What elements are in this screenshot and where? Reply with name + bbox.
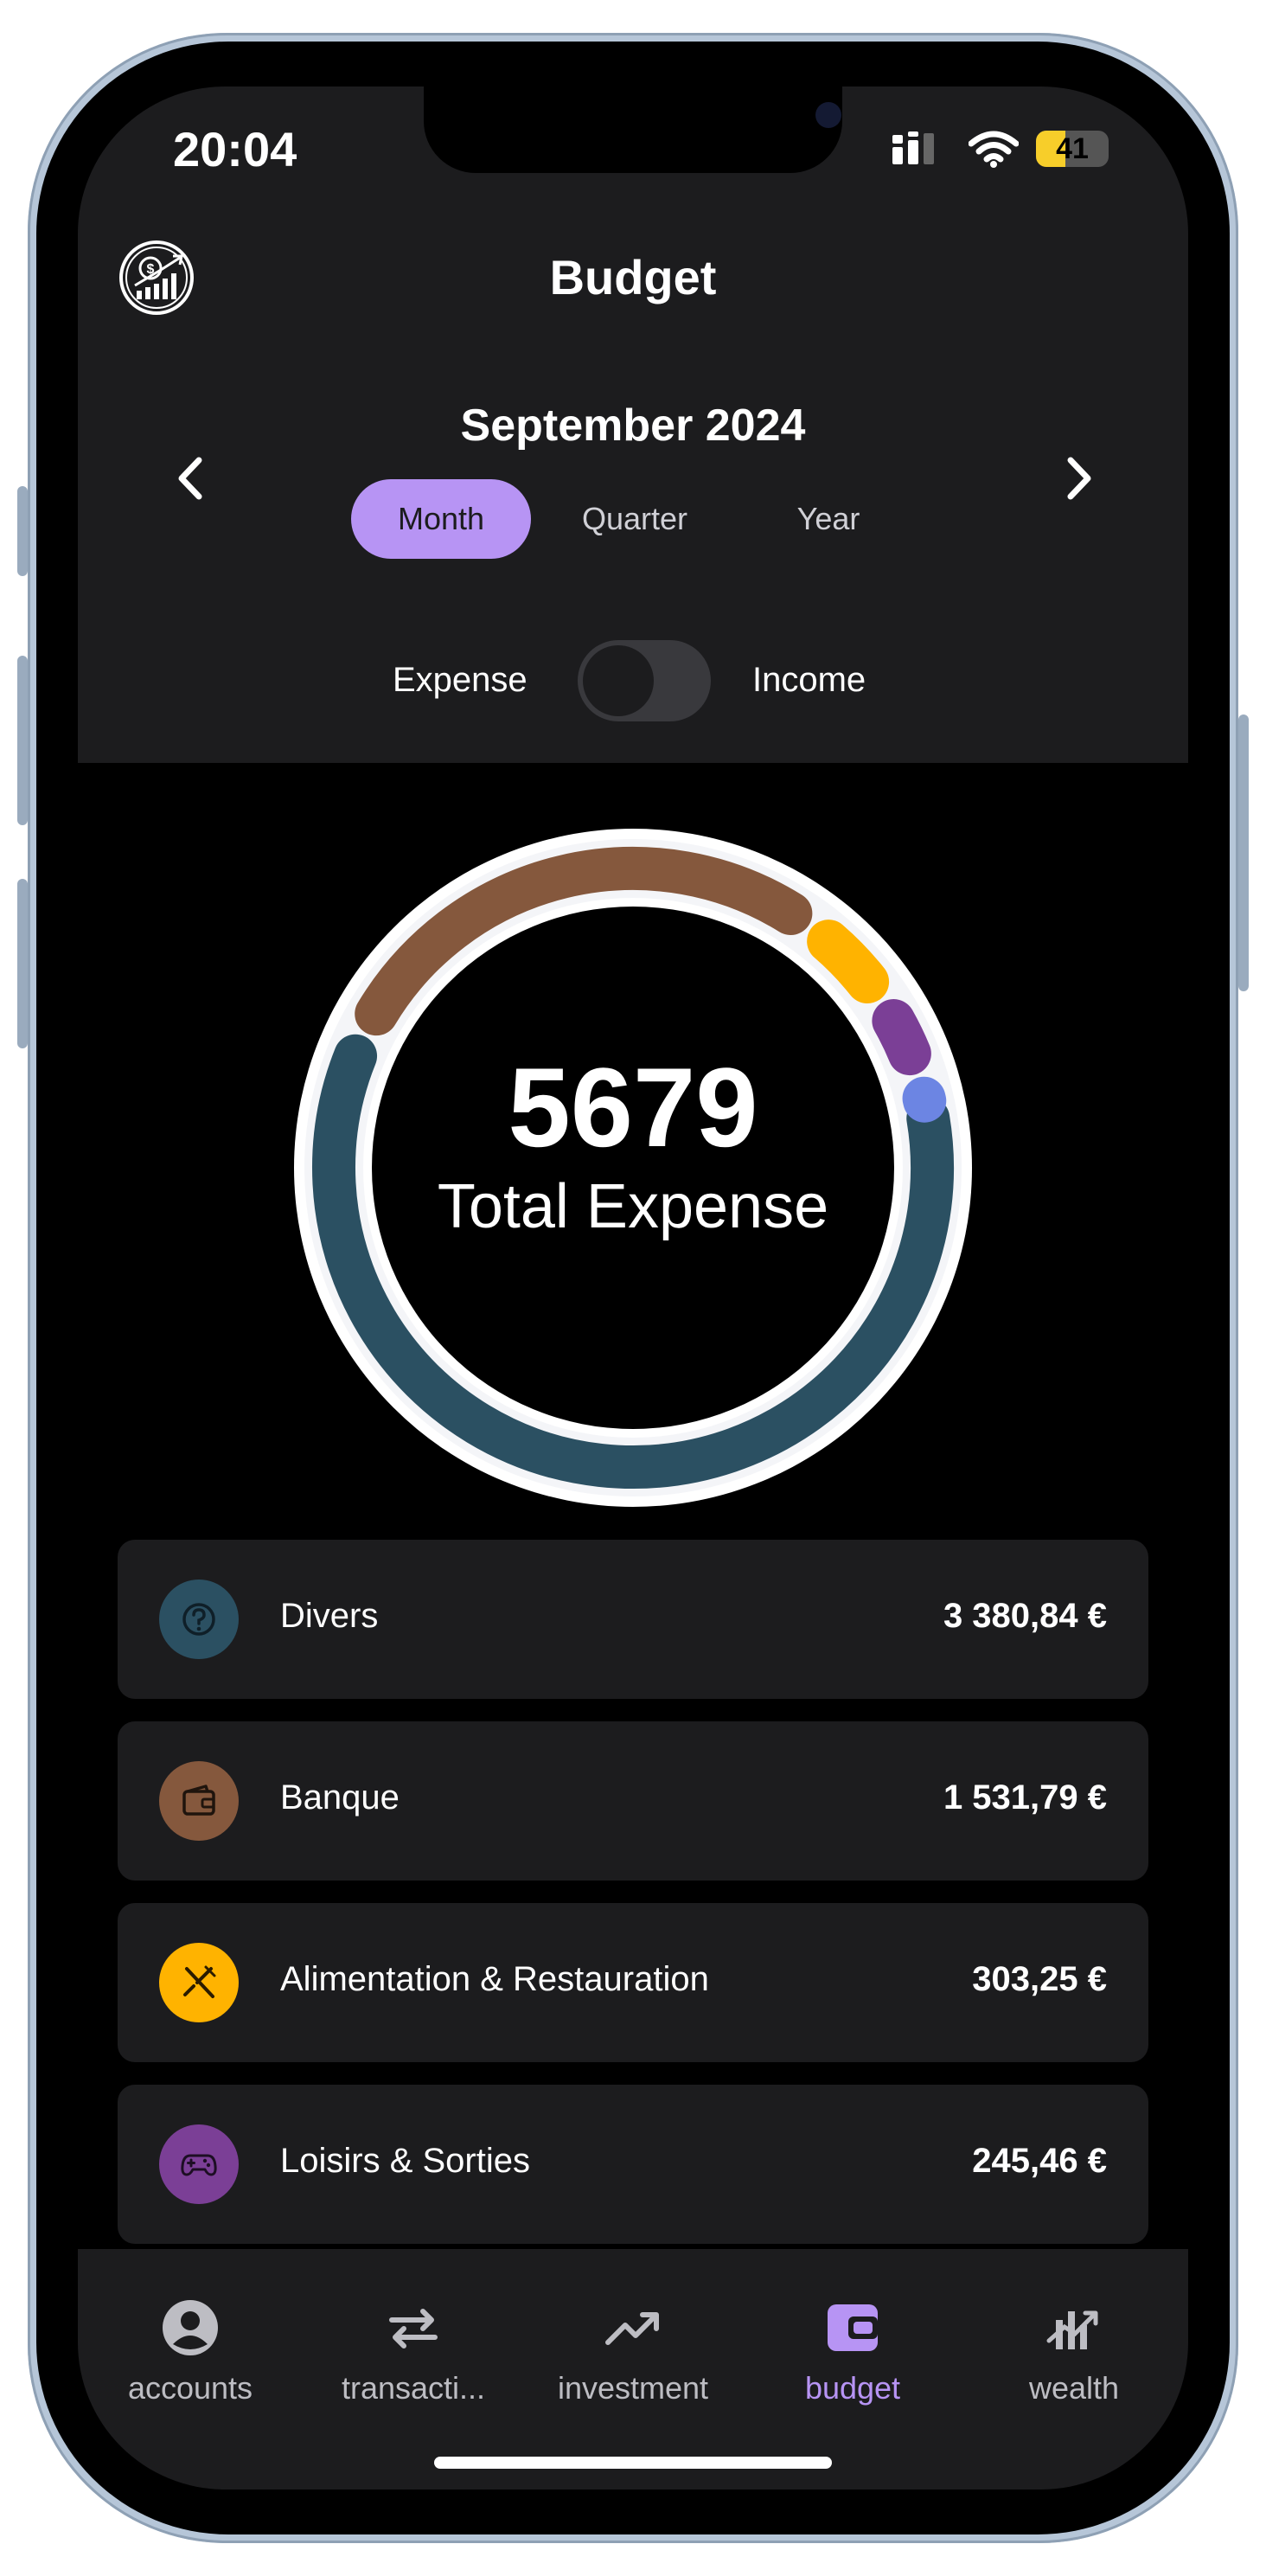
category-row-alimentation[interactable]: Alimentation & Restauration 303,25 € — [118, 1903, 1148, 2062]
category-name: Divers — [280, 1597, 379, 1635]
tab-year[interactable]: Year — [738, 479, 918, 559]
expense-income-toggle-row: Expense Income — [78, 637, 1188, 723]
nav-item-transactions[interactable]: transacti... — [310, 2297, 517, 2406]
nav-item-investment[interactable]: investment — [529, 2297, 737, 2406]
category-row-divers[interactable]: Divers 3 380,84 € — [118, 1540, 1148, 1699]
top-panel: 20:04 41 $ Budget September 2024 Month Q… — [78, 87, 1188, 763]
category-icon-badge — [159, 2124, 239, 2204]
nav-item-accounts[interactable]: accounts — [86, 2297, 294, 2406]
total-expense-label: Total Expense — [437, 1172, 829, 1241]
nav-label-accounts: accounts — [127, 2370, 253, 2406]
front-camera — [815, 102, 841, 128]
power-button — [1238, 714, 1249, 991]
nav-label-transactions: transacti... — [341, 2370, 486, 2406]
switch-knob — [583, 645, 654, 716]
category-row-loisirs[interactable]: Loisirs & Sorties 245,46 € — [118, 2085, 1148, 2244]
app-screen: 20:04 41 $ Budget September 2024 Month Q… — [78, 87, 1188, 2489]
period-tabs: Month Quarter Year — [351, 479, 932, 559]
category-name: Loisirs & Sorties — [280, 2142, 530, 2180]
wallet-icon — [828, 2304, 878, 2351]
status-icons: 41 — [891, 130, 1109, 168]
nav-label-investment: investment — [557, 2370, 709, 2406]
utensils-icon — [183, 1965, 216, 1998]
bottom-navigation: accounts transacti... investment budget — [78, 2249, 1188, 2489]
wifi-icon — [969, 131, 1019, 168]
swap-arrows-icon — [389, 2309, 438, 2349]
camera-notch — [424, 87, 842, 173]
cellular-signal-icon — [892, 131, 934, 164]
home-indicator[interactable] — [434, 2457, 832, 2469]
action-button — [17, 486, 28, 576]
page-title: Budget — [549, 250, 717, 304]
nav-label-budget: budget — [804, 2370, 901, 2406]
volume-up-button — [17, 656, 28, 825]
category-icon-badge — [159, 1761, 239, 1841]
status-time: 20:04 — [173, 122, 297, 176]
nav-item-wealth[interactable]: wealth — [970, 2297, 1178, 2406]
tab-quarter[interactable]: Quarter — [545, 479, 725, 559]
battery-percent: 41 — [1056, 131, 1089, 165]
question-circle-icon — [182, 1603, 215, 1636]
chevron-right-icon[interactable] — [1053, 448, 1105, 509]
toggle-label-income: Income — [752, 661, 866, 699]
category-icon-badge — [159, 1943, 239, 2022]
donut-segment-3[interactable] — [807, 920, 890, 1004]
chart-growth-icon — [1046, 2310, 1098, 2349]
toggle-label-expense: Expense — [393, 661, 528, 699]
category-name: Banque — [280, 1778, 400, 1817]
volume-down-button — [17, 879, 28, 1048]
category-amount: 245,46 € — [972, 2142, 1107, 2180]
category-row-banque[interactable]: Banque 1 531,79 € — [118, 1721, 1148, 1881]
category-icon-badge — [159, 1580, 239, 1659]
nav-item-budget[interactable]: budget — [749, 2297, 956, 2406]
category-name: Alimentation & Restauration — [280, 1960, 709, 1998]
trending-up-icon — [605, 2312, 659, 2345]
battery-indicator: 41 — [1036, 131, 1109, 167]
total-expense-value: 5679 — [508, 1044, 758, 1170]
donut-center: 5679 Total Expense — [294, 1047, 972, 1246]
gamepad-icon — [181, 2154, 217, 2176]
category-amount: 1 531,79 € — [943, 1778, 1107, 1817]
expense-income-switch[interactable] — [578, 640, 711, 721]
period-title: September 2024 — [460, 400, 806, 451]
account-circle-icon — [163, 2300, 218, 2355]
category-amount: 3 380,84 € — [943, 1597, 1107, 1635]
chevron-left-icon[interactable] — [164, 448, 216, 509]
tab-month[interactable]: Month — [351, 479, 531, 559]
nav-label-wealth: wealth — [1028, 2370, 1120, 2406]
category-amount: 303,25 € — [972, 1960, 1107, 1998]
wallet-icon — [182, 1785, 215, 1816]
